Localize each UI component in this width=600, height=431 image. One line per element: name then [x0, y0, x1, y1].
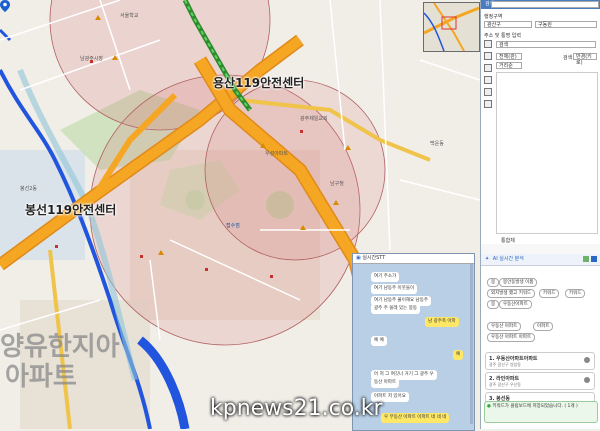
- region-label: 행정구역: [484, 14, 503, 20]
- stt-header: ▣ 실시간STT: [353, 254, 474, 264]
- chat-scrollbar[interactable]: [470, 264, 473, 424]
- keyword-chip[interactable]: 아파트: [533, 322, 554, 331]
- map-bigtext: 아파트: [5, 362, 77, 392]
- map-label: 백운동: [430, 141, 444, 147]
- minimap-canvas: [424, 3, 479, 51]
- expand-icon[interactable]: [583, 256, 589, 262]
- chat-icon: ▣: [356, 255, 361, 261]
- map-label: 봉선2동: [20, 186, 37, 192]
- result-title: 2. 라인아파트: [489, 376, 520, 382]
- chat-message: 여기 주소가: [371, 272, 400, 282]
- chat-message: 광주 주 쓸레 있는 봉동: [371, 304, 420, 314]
- region-select-2[interactable]: 구동원: [535, 21, 597, 28]
- search-icon[interactable]: [484, 40, 492, 48]
- search-tab[interactable]: 검색: [496, 41, 596, 48]
- result-card[interactable]: 2. 라인아파트 광주 광산구 우산동: [485, 372, 595, 390]
- check-icon: ●: [487, 404, 491, 409]
- close-icon[interactable]: [591, 256, 597, 262]
- filter-select-1[interactable]: 전체(관): [496, 53, 522, 60]
- toast-text: 키워드가 클립보드에 저장되었습니다. ( 1개 ): [492, 404, 578, 409]
- keyword-chip[interactable]: 키워드: [539, 289, 560, 298]
- station-label-yongsan[interactable]: 용산119안전센터: [213, 74, 304, 91]
- location-icon[interactable]: [584, 357, 590, 363]
- keyword-chip[interactable]: 외지발생 했고 키워드: [487, 289, 536, 298]
- ai-title-bar: ✦ AI 실시간 분석: [481, 254, 600, 266]
- chat-message: 여기 남동주 이웃들이: [371, 284, 418, 294]
- result-sub: 광주 광산구 쌍암동: [489, 362, 521, 367]
- station-label-bongseon[interactable]: 봉선119안전센터: [25, 201, 116, 218]
- export-icon[interactable]: [484, 100, 492, 108]
- search-hint: 주소 및 통명 입력: [484, 33, 521, 39]
- keyword-chip[interactable]: 봉: [487, 278, 500, 287]
- keyword-chip[interactable]: 봉안동발생 이품: [499, 278, 538, 287]
- keyword-chip[interactable]: 봉: [487, 300, 500, 309]
- location-icon[interactable]: [584, 377, 590, 383]
- pin-label: 접수점: [226, 223, 240, 229]
- result-card[interactable]: 1. 우동산아파트아파트 광주 광산구 쌍암동: [485, 352, 595, 370]
- keyword-chip[interactable]: 우동산아파트: [499, 300, 532, 309]
- map-label: 남광주시장: [80, 56, 104, 62]
- panel-footer: 통합체: [501, 238, 515, 244]
- location-pin-icon[interactable]: [0, 0, 10, 12]
- chat-message: 예: [453, 350, 464, 360]
- document-icon[interactable]: [484, 76, 492, 84]
- filter-select-2[interactable]: 거리순: [496, 62, 522, 69]
- map-label: 우성아파트: [265, 151, 289, 157]
- result-list[interactable]: [496, 72, 598, 234]
- search-panel: 검색 행정구역 광산구 구동원 주소 및 통명 입력 검색 전체(관) 검색 반…: [480, 0, 600, 244]
- keyword-chip[interactable]: 키워드: [565, 289, 586, 298]
- region-select-1[interactable]: 광산구: [484, 21, 532, 28]
- sort-select[interactable]: 반경(키로): [573, 53, 597, 66]
- ai-title: AI 실시간 분석: [492, 256, 524, 262]
- chat-message: 우 무동산 아파트 아파트 네 네 네: [381, 413, 450, 423]
- ai-icon: ✦: [485, 256, 490, 262]
- header-search-input[interactable]: [491, 1, 599, 8]
- chat-message: 남 광주축 아파: [425, 317, 459, 327]
- layers-icon[interactable]: [484, 64, 492, 72]
- print-icon[interactable]: [484, 88, 492, 96]
- result-title: 1. 우동산아파트아파트: [489, 356, 538, 362]
- watermark: kрnews21.co.kr: [210, 396, 383, 421]
- chat-message: 예 예: [371, 336, 387, 346]
- stt-title: 실시간STT: [362, 255, 386, 261]
- clipboard-toast: ● 키워드가 클립보드에 저장되었습니다. ( 1개 ): [484, 401, 598, 423]
- map-label: 광주제일교회: [300, 116, 328, 122]
- building-icon[interactable]: [484, 52, 492, 60]
- minimap[interactable]: [423, 2, 480, 52]
- result-sub: 광주 광산구 우산동: [489, 382, 521, 387]
- keyword-chip[interactable]: 우동산 아파트 아파트: [487, 333, 536, 342]
- map-label: 서울학교: [120, 13, 139, 19]
- map-label: 남구청: [330, 181, 344, 187]
- chat-message: 동산 아파트: [371, 378, 400, 388]
- keyword-chip[interactable]: 우동산 아파트: [487, 322, 522, 331]
- sort-label: 검색: [563, 55, 573, 61]
